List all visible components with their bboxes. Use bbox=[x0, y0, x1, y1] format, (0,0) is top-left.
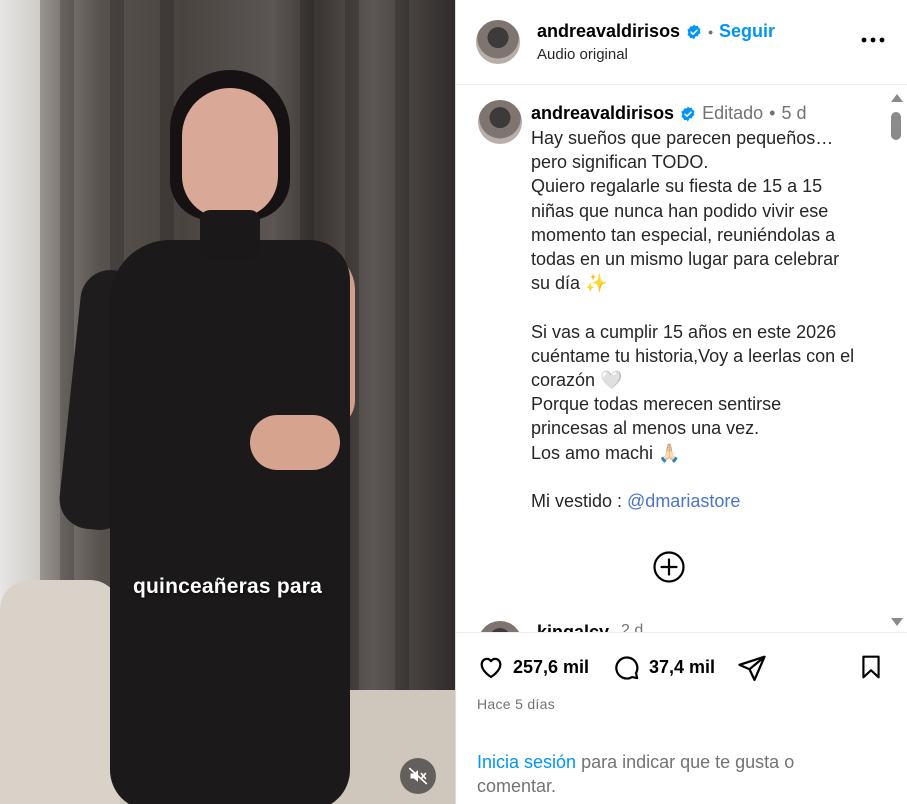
reel-video[interactable]: quinceañeras para bbox=[0, 0, 455, 804]
caption-body: Hay sueños que parecen pequeños… pero si… bbox=[531, 128, 855, 512]
video-caption: quinceañeras para bbox=[133, 575, 322, 598]
likes-count[interactable]: 257,6 mil bbox=[513, 657, 589, 678]
commenter-avatar[interactable] bbox=[478, 621, 522, 632]
mute-button[interactable] bbox=[400, 758, 436, 794]
scroll-up-arrow-icon[interactable] bbox=[891, 94, 903, 102]
author-avatar[interactable] bbox=[478, 100, 522, 144]
woman-in-black-dress bbox=[56, 70, 360, 804]
share-button[interactable] bbox=[736, 653, 768, 683]
login-prompt: Inicia sesión para indicar que te gusta … bbox=[477, 750, 837, 798]
author-username[interactable]: andreavaldirisos bbox=[537, 21, 680, 42]
more-options-button[interactable] bbox=[860, 30, 886, 50]
verified-badge-icon bbox=[686, 24, 702, 40]
comment-action[interactable]: 37,4 mil bbox=[611, 653, 715, 681]
comments-count[interactable]: 37,4 mil bbox=[649, 657, 715, 678]
scroll-thumb[interactable] bbox=[891, 112, 901, 140]
post-age[interactable]: 5 d bbox=[781, 103, 806, 124]
caption-text: Hay sueños que parecen pequeños… pero si… bbox=[531, 126, 861, 513]
actions-bar: 257,6 mil 37,4 mil Hace 5 días Inicia se… bbox=[456, 632, 907, 804]
window-light bbox=[0, 0, 40, 620]
load-more-comments-button[interactable] bbox=[652, 550, 686, 584]
separator-dot: • bbox=[769, 103, 776, 123]
comment-bubble-icon[interactable] bbox=[611, 653, 641, 681]
mention-link[interactable]: @dmariastore bbox=[627, 491, 740, 511]
caption-username[interactable]: andreavaldirisos bbox=[531, 103, 674, 124]
curtain-fold bbox=[395, 0, 409, 804]
caption-header: andreavaldirisos Editado • 5 d bbox=[531, 103, 806, 124]
bookmark-icon[interactable] bbox=[858, 653, 884, 681]
commenter-username[interactable]: kingalcy bbox=[537, 622, 609, 632]
author-avatar[interactable] bbox=[476, 20, 520, 64]
paper-plane-icon[interactable] bbox=[736, 653, 768, 683]
audio-label[interactable]: Audio original bbox=[537, 46, 628, 63]
plus-circle-icon bbox=[653, 551, 685, 583]
speaker-muted-icon bbox=[408, 767, 428, 785]
comment-age: 2 d bbox=[621, 622, 644, 632]
separator-dot: • bbox=[708, 23, 713, 40]
more-horizontal-icon bbox=[861, 37, 885, 43]
heart-icon[interactable] bbox=[477, 653, 505, 681]
save-button[interactable] bbox=[858, 653, 884, 681]
post-timestamp[interactable]: Hace 5 días bbox=[477, 696, 555, 712]
follow-button[interactable]: Seguir bbox=[719, 21, 775, 42]
login-link[interactable]: Inicia sesión bbox=[477, 752, 576, 772]
edited-label: Editado bbox=[702, 103, 764, 123]
like-action[interactable]: 257,6 mil bbox=[477, 653, 589, 681]
post-header: andreavaldirisos • Seguir Audio original bbox=[456, 0, 907, 85]
scroll-down-arrow-icon[interactable] bbox=[891, 618, 903, 626]
post-panel: andreavaldirisos • Seguir Audio original… bbox=[455, 0, 907, 804]
verified-badge-icon bbox=[680, 106, 696, 122]
comments-section[interactable]: andreavaldirisos Editado • 5 d Hay sueño… bbox=[456, 86, 907, 632]
header-user-row: andreavaldirisos • Seguir bbox=[537, 21, 775, 42]
comments-scrollbar[interactable] bbox=[889, 90, 903, 630]
